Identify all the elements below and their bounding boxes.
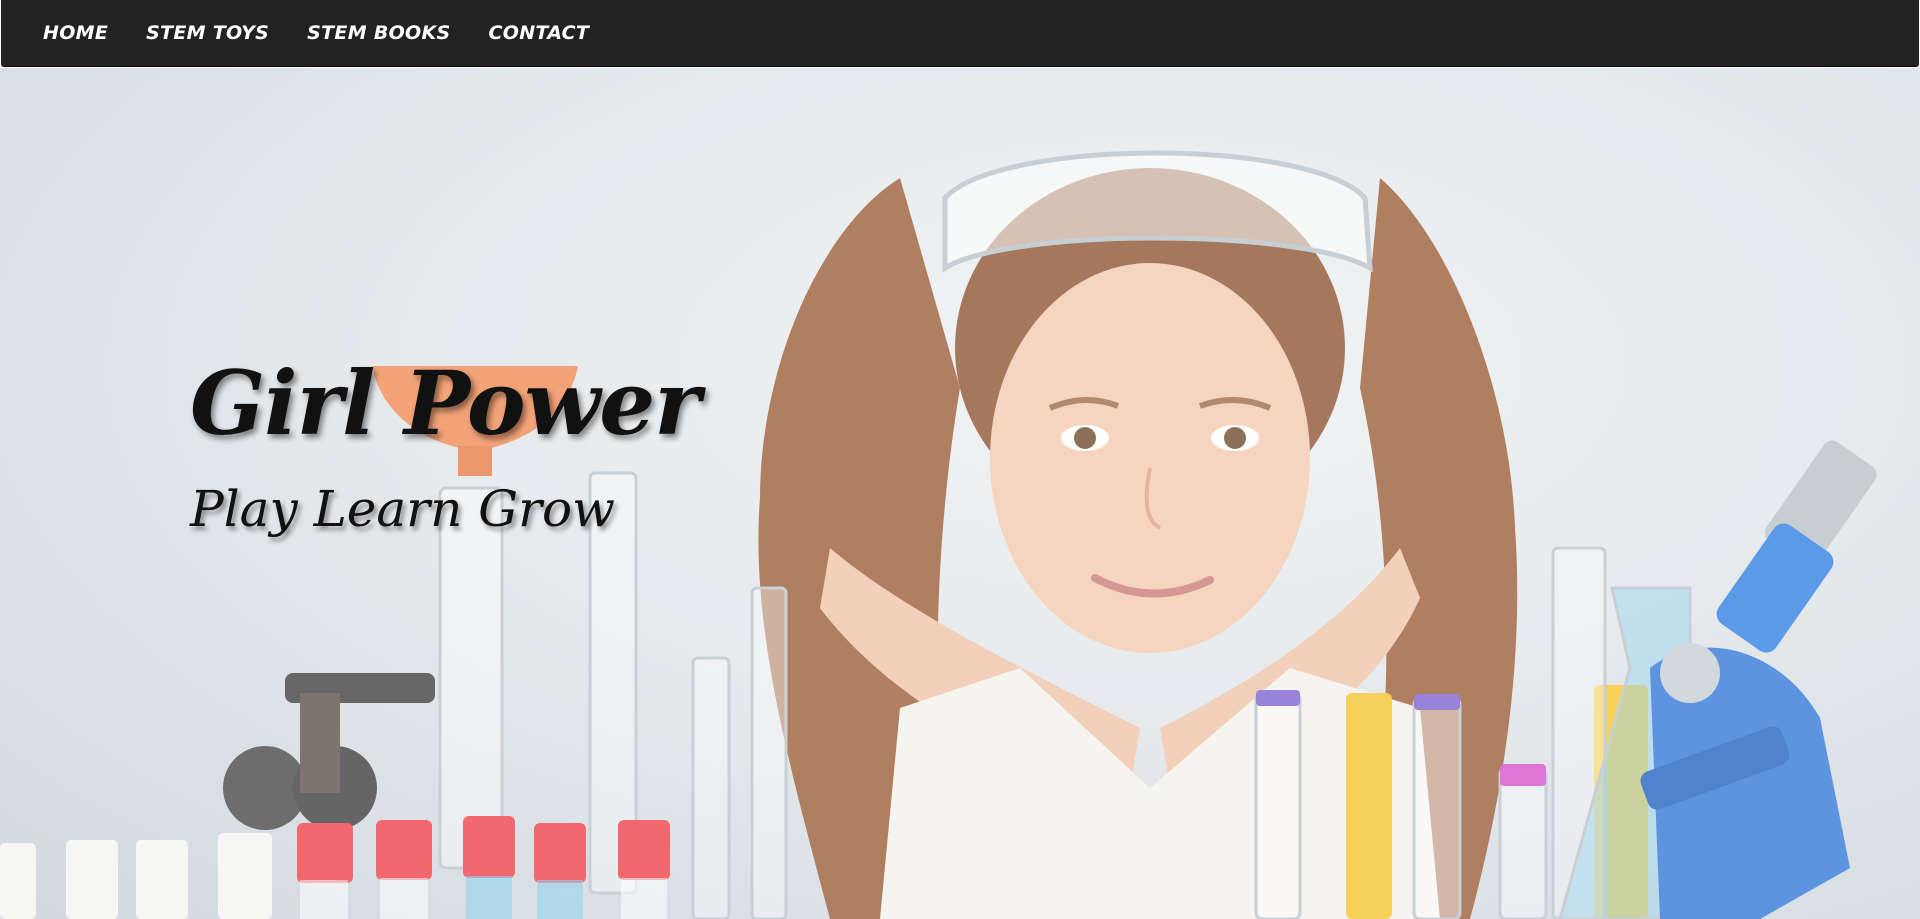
hero-title: Girl Power [190, 351, 701, 455]
top-navbar: HOME STEM TOYS STEM BOOKS CONTACT [1, 0, 1919, 67]
nav-home-link[interactable]: HOME [29, 0, 122, 67]
nav-stem-books-link[interactable]: STEM BOOKS [293, 0, 464, 67]
nav-stem-toys-link[interactable]: STEM TOYS [132, 0, 283, 67]
nav-contact-link[interactable]: CONTACT [475, 0, 604, 67]
hero-banner: Girl Power Play Learn Grow [0, 68, 1920, 919]
hero-subtitle: Play Learn Grow [190, 480, 615, 538]
